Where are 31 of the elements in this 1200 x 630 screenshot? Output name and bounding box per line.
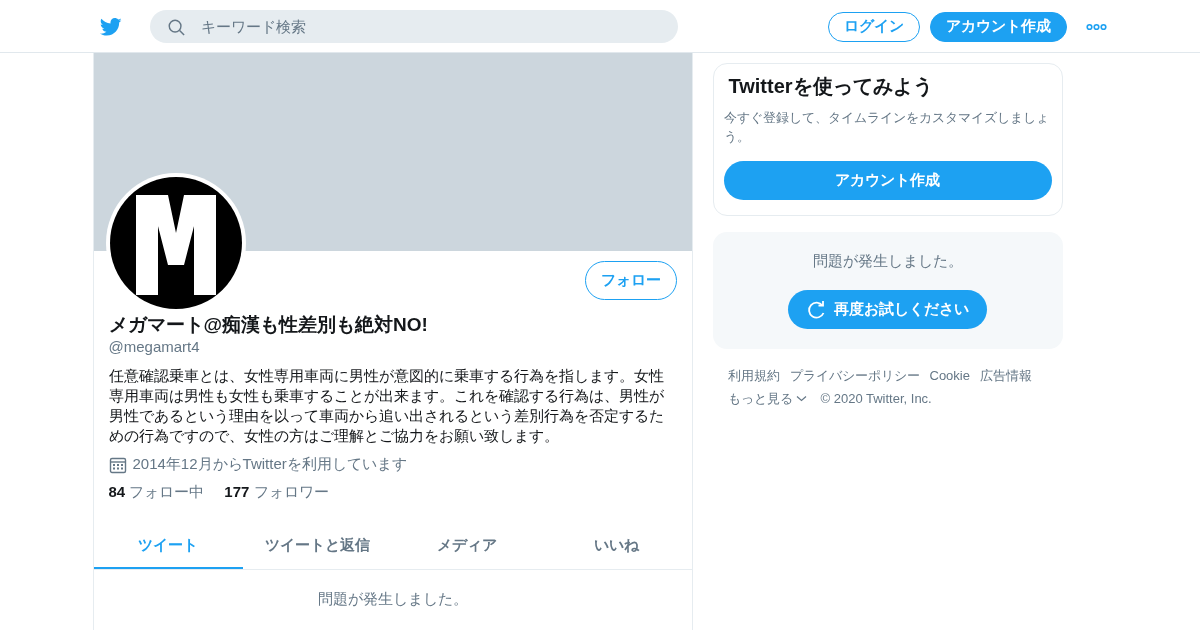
more-link[interactable]: もっと見る — [727, 387, 807, 410]
error-message: 問題が発生しました。 — [812, 252, 963, 271]
login-button[interactable]: ログイン — [827, 11, 920, 42]
retry-button[interactable]: 再度お試しください — [788, 290, 987, 329]
signup-button[interactable]: アカウント作成 — [929, 11, 1067, 42]
footer-link[interactable]: Cookie — [929, 364, 970, 387]
more-icon — [1085, 21, 1107, 32]
search-icon — [166, 18, 185, 36]
profile-tab[interactable]: ツイートと返信 — [243, 520, 393, 569]
card-title: Twitterを使ってみよう — [727, 74, 934, 99]
calendar-icon — [108, 455, 127, 474]
follow-button[interactable]: フォロー — [584, 261, 677, 300]
stat-link[interactable]: 84 フォロー中 — [108, 483, 205, 502]
profile-tab[interactable]: ツイート — [93, 520, 243, 569]
card-text: 今すぐ登録して、タイムラインをカスタマイズしましょう。 — [723, 109, 1050, 146]
profile-name: メガマート@痴漢も性差別も絶対NO! — [108, 313, 429, 337]
footer-link[interactable]: プライバシーポリシー — [789, 364, 920, 387]
error-message: 問題が発生しました。 — [316, 590, 469, 609]
join-date: 2014年12月からTwitterを利用しています — [132, 455, 407, 474]
profile-bio: 任意確認乗車とは、女性専用車両に男性が意図的に乗車する行為を指します。女性専用車両は男性も女性も乗車することが出来ます。これを確認する行為は、男性が男性であるという理由を以って車両から追い出されるという差別行為を否定するための行為ですので、女性の方はご理解とご協力をお願い致します。 — [108, 366, 665, 446]
search-field[interactable]: キーワード検索 — [149, 10, 678, 43]
chevron-down-icon — [795, 395, 807, 402]
footer-link[interactable]: 利用規約 — [727, 364, 780, 387]
profile-handle: @megamart4 — [108, 337, 201, 357]
copyright-text: © 2020 Twitter, Inc. — [820, 390, 932, 408]
footer-link[interactable]: 広告情報 — [979, 364, 1032, 387]
signup-button[interactable]: アカウント作成 — [723, 161, 1052, 200]
stat-link[interactable]: 177 フォロワー — [224, 483, 329, 502]
refresh-icon — [806, 299, 826, 320]
profile-tab[interactable]: メディア — [392, 520, 542, 569]
profile-tab[interactable]: いいね — [542, 520, 692, 569]
